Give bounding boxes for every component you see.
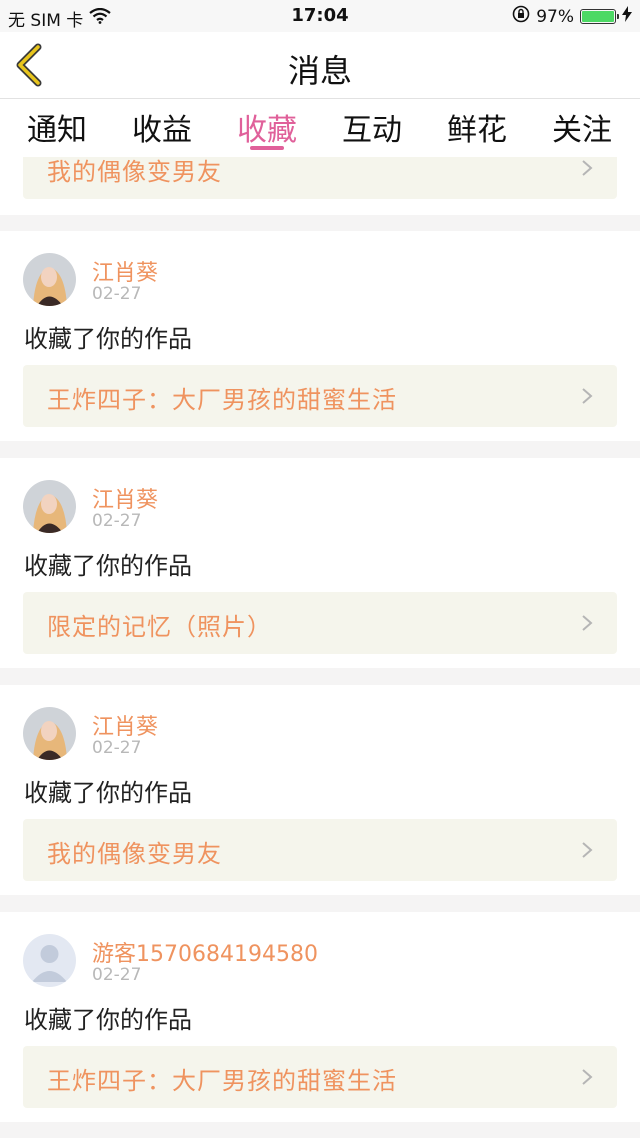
charging-bolt-icon: [622, 6, 632, 27]
work-link[interactable]: 我的偶像变男友: [23, 819, 617, 881]
orientation-lock-icon: [512, 5, 530, 28]
list-item: 游客1570684194580 02-27 收藏了你的作品 王炸四子：大厂男孩的…: [0, 912, 640, 1122]
action-text: 收藏了你的作品: [24, 325, 192, 353]
list-item: 江肖葵 02-27 收藏了你的作品 王炸四子：大厂男孩的甜蜜生活: [0, 231, 640, 441]
work-link[interactable]: 限定的记忆（照片）: [23, 592, 617, 654]
timestamp: 02-27: [92, 965, 142, 985]
work-link[interactable]: 我的偶像变男友: [23, 157, 617, 199]
chevron-right-icon: [582, 160, 593, 176]
username[interactable]: 游客1570684194580: [92, 936, 318, 968]
tab-bar: 通知 收益 收藏 互动 鲜花 关注: [0, 99, 640, 157]
work-title: 限定的记忆（照片）: [47, 613, 272, 641]
timestamp: 02-27: [92, 738, 142, 758]
work-title: 我的偶像变男友: [47, 840, 222, 868]
message-feed[interactable]: 我的偶像变男友 江肖葵 02-27 收藏了你的作品 王炸四子：大厂男孩的甜蜜生活: [0, 157, 640, 1138]
tab-notice[interactable]: 通知: [4, 105, 110, 149]
status-right: 97%: [512, 5, 632, 28]
default-avatar-icon[interactable]: [23, 934, 76, 987]
username[interactable]: 江肖葵: [92, 709, 158, 741]
action-text: 收藏了你的作品: [24, 779, 192, 807]
chevron-right-icon: [582, 615, 593, 631]
username[interactable]: 江肖葵: [92, 255, 158, 287]
avatar[interactable]: [23, 253, 76, 306]
tab-earnings[interactable]: 收益: [109, 105, 215, 149]
list-item: 我的偶像变男友: [0, 157, 640, 215]
timestamp: 02-27: [92, 284, 142, 304]
status-bar: 无 SIM 卡 17:04 97%: [0, 0, 640, 32]
timestamp: 02-27: [92, 511, 142, 531]
page-title: 消息: [287, 52, 352, 90]
tab-interaction[interactable]: 互动: [319, 105, 425, 149]
avatar[interactable]: [23, 707, 76, 760]
avatar[interactable]: [23, 480, 76, 533]
battery-icon: [580, 9, 619, 24]
work-title: 王炸四子：大厂男孩的甜蜜生活: [47, 1067, 397, 1095]
active-tab-indicator: [250, 146, 284, 150]
chevron-right-icon: [582, 1069, 593, 1085]
tab-flowers[interactable]: 鲜花: [424, 105, 530, 149]
battery-level-fill: [582, 11, 614, 22]
action-text: 收藏了你的作品: [24, 552, 192, 580]
chevron-right-icon: [582, 388, 593, 404]
work-link[interactable]: 王炸四子：大厂男孩的甜蜜生活: [23, 1046, 617, 1108]
tab-follow[interactable]: 关注: [529, 105, 635, 149]
navigation-bar: 消息: [0, 32, 640, 99]
list-item: 江肖葵 02-27 收藏了你的作品 我的偶像变男友: [0, 685, 640, 895]
work-title: 王炸四子：大厂男孩的甜蜜生活: [47, 386, 397, 414]
chevron-right-icon: [582, 842, 593, 858]
tab-favorites[interactable]: 收藏: [214, 105, 320, 149]
action-text: 收藏了你的作品: [24, 1006, 192, 1034]
username[interactable]: 江肖葵: [92, 482, 158, 514]
battery-percent: 97%: [536, 6, 574, 27]
work-title: 我的偶像变男友: [47, 158, 222, 186]
work-link[interactable]: 王炸四子：大厂男孩的甜蜜生活: [23, 365, 617, 427]
list-item: 江肖葵 02-27 收藏了你的作品 限定的记忆（照片）: [0, 458, 640, 668]
